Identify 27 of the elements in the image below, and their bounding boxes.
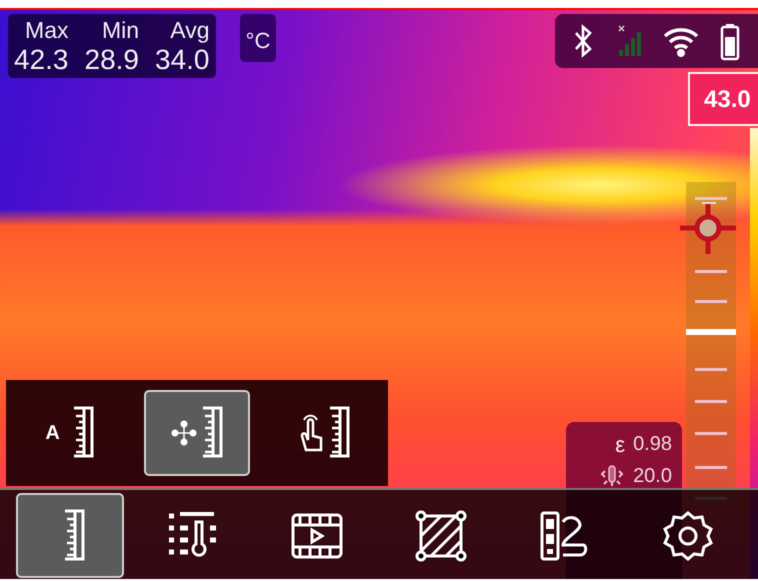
- stat-value: 28.9: [84, 44, 139, 76]
- stat-label: Min: [102, 16, 139, 44]
- move-ruler-icon: [170, 406, 223, 460]
- wifi-icon: [662, 25, 700, 57]
- battery-icon: [718, 21, 741, 61]
- bluetooth-icon: [572, 23, 594, 59]
- parameter-value: 0.98: [633, 432, 672, 457]
- stat-label: Avg: [170, 16, 210, 44]
- emissivity-symbol: ε: [615, 430, 626, 458]
- stat-value: 34.0: [155, 44, 210, 76]
- scale-mode-button[interactable]: A: [16, 390, 123, 476]
- compare-icon: [539, 510, 590, 562]
- auto-label: A: [45, 421, 60, 446]
- stat-label: Max: [25, 16, 68, 44]
- video-icon: [290, 512, 344, 560]
- slider-thumb[interactable]: [686, 329, 736, 335]
- stat-value: 42.3: [14, 44, 68, 76]
- unit-label: °C: [240, 14, 276, 62]
- scale-mode-button[interactable]: [144, 390, 250, 476]
- parameter-value: 20.0: [633, 464, 672, 489]
- crosshair-icon: [678, 200, 738, 256]
- toolbar-button[interactable]: [16, 493, 124, 578]
- max-temperature-label: 43.0: [688, 72, 758, 126]
- touch-ruler-icon: [298, 406, 350, 460]
- reflected-temperature-icon: [599, 463, 626, 489]
- settings-icon: [661, 508, 716, 562]
- hatched-area-icon: [414, 508, 468, 562]
